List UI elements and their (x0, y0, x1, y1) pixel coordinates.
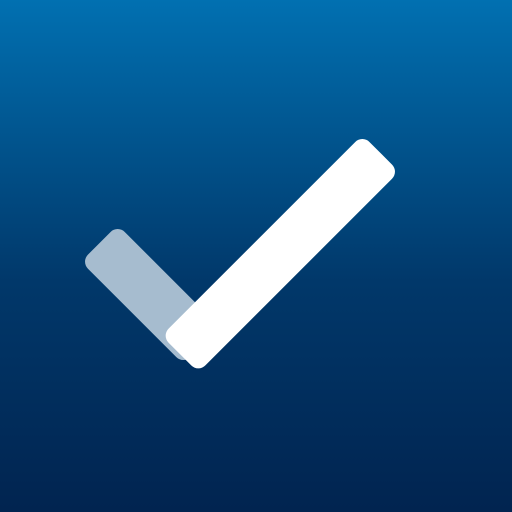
checkmark-long-stroke (165, 139, 395, 369)
checkmark-icon (85, 139, 395, 369)
app-icon[interactable] (0, 0, 512, 512)
